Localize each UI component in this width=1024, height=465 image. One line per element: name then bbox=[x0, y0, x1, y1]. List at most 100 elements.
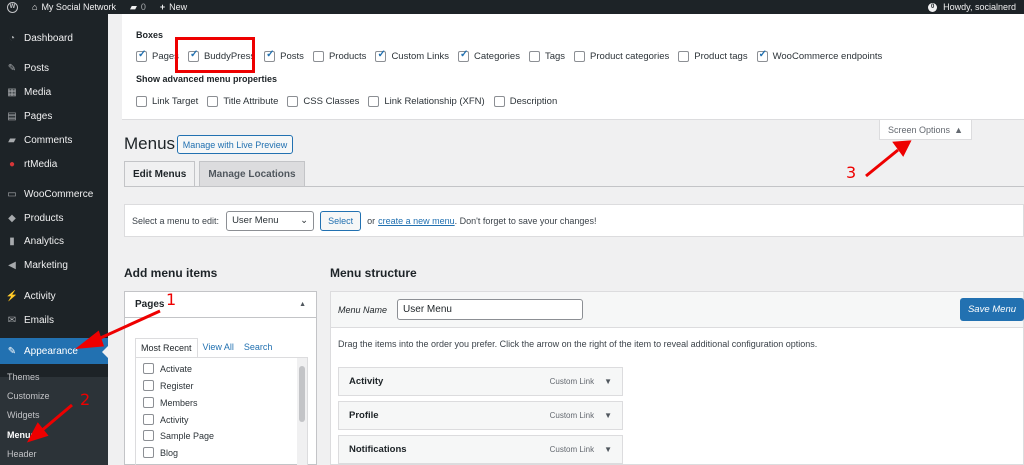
adv-title-attribute[interactable]: Title Attribute bbox=[207, 96, 278, 107]
expand-arrow-icon[interactable]: ▼ bbox=[604, 411, 612, 420]
checkbox[interactable] bbox=[143, 380, 154, 391]
sidebar-item-dashboard[interactable]: ◔ Dashboard bbox=[0, 28, 108, 48]
adv-description[interactable]: Description bbox=[493, 96, 557, 107]
submenu-widgets[interactable]: Widgets bbox=[7, 410, 40, 420]
expand-arrow-icon[interactable]: ▼ bbox=[604, 445, 612, 454]
checkbox[interactable] bbox=[143, 430, 154, 441]
menu-name-label: Menu Name bbox=[338, 304, 388, 315]
box-categories[interactable]: Categories bbox=[458, 49, 520, 62]
sidebar-item-rtmedia[interactable]: ● rtMedia bbox=[0, 154, 108, 174]
checkbox[interactable] bbox=[375, 49, 387, 62]
submenu-themes[interactable]: Themes bbox=[7, 372, 40, 382]
annotation-number-3: 3 bbox=[846, 163, 857, 182]
menu-item-notifications[interactable]: Notifications Custom Link ▼ bbox=[338, 435, 623, 464]
checkbox[interactable] bbox=[368, 96, 380, 107]
new-content-link[interactable]: + New bbox=[153, 0, 194, 14]
avatar: 0 bbox=[928, 2, 938, 12]
box-product-categories[interactable]: Product categories bbox=[574, 51, 669, 62]
sidebar-item-analytics[interactable]: ▮ Analytics bbox=[0, 231, 108, 251]
checkbox[interactable] bbox=[528, 51, 540, 62]
subtab-search[interactable]: Search bbox=[239, 338, 278, 358]
caret-up-icon: ▲ bbox=[954, 124, 963, 135]
menu-item-profile[interactable]: Profile Custom Link ▼ bbox=[338, 401, 623, 430]
live-preview-button[interactable]: Manage with Live Preview bbox=[177, 135, 293, 154]
box-custom-links[interactable]: Custom Links bbox=[375, 49, 449, 62]
sidebar-item-appearance[interactable]: ✎ Appearance bbox=[0, 338, 108, 364]
menu-structure-panel: Menu Name User Menu Save Menu Drag the i… bbox=[330, 291, 1024, 465]
box-posts[interactable]: Posts bbox=[264, 49, 304, 62]
box-product-tags[interactable]: Product tags bbox=[678, 51, 748, 62]
submenu-header[interactable]: Header bbox=[7, 449, 37, 459]
checkbox[interactable] bbox=[143, 363, 154, 374]
comment-bubble-icon: ▰ bbox=[129, 1, 137, 12]
advanced-heading: Show advanced menu properties bbox=[136, 74, 278, 84]
comments-link[interactable]: ▰ 0 bbox=[123, 0, 153, 14]
checkbox[interactable] bbox=[287, 96, 299, 107]
site-name-link[interactable]: ⌂ My Social Network bbox=[25, 0, 123, 14]
scrollbar-thumb[interactable] bbox=[299, 366, 305, 422]
select-button[interactable]: Select bbox=[320, 210, 362, 231]
sidebar-item-emails[interactable]: ✉ Emails bbox=[0, 310, 108, 330]
adv-link-relationship[interactable]: Link Relationship (XFN) bbox=[368, 96, 485, 107]
tab-manage-locations[interactable]: Manage Locations bbox=[199, 161, 305, 186]
checkbox[interactable] bbox=[143, 447, 154, 458]
box-icon: ◆ bbox=[8, 212, 16, 224]
sidebar-item-media[interactable]: ▦ Media bbox=[0, 82, 108, 102]
pages-panel-header[interactable]: Pages ▲ bbox=[125, 292, 316, 318]
create-menu-link[interactable]: create a new menu bbox=[378, 216, 455, 226]
sidebar-item-posts[interactable]: ✎ Posts bbox=[0, 58, 108, 78]
adv-link-target[interactable]: Link Target bbox=[136, 96, 198, 107]
checkbox[interactable] bbox=[207, 96, 219, 107]
checkbox[interactable] bbox=[493, 96, 505, 107]
sidebar-item-marketing[interactable]: ◀ Marketing bbox=[0, 255, 108, 275]
admin-bar: W ⌂ My Social Network ▰ 0 + New 0 Howdy, so… bbox=[0, 0, 1024, 14]
menu-item-activity[interactable]: Activity Custom Link ▼ bbox=[338, 367, 623, 396]
brush-icon: ✎ bbox=[7, 345, 17, 357]
checkbox[interactable] bbox=[678, 51, 690, 62]
submenu-menus[interactable]: Menus bbox=[7, 430, 36, 440]
collapse-arrow-icon[interactable]: ▲ bbox=[299, 301, 306, 308]
screen-options-toggle[interactable]: Screen Options ▲ bbox=[879, 120, 972, 140]
box-woocommerce-endpoints[interactable]: WooCommerce endpoints bbox=[756, 49, 882, 62]
menu-select[interactable]: User Menu ⌄ bbox=[226, 210, 315, 231]
box-tags[interactable]: Tags bbox=[528, 51, 565, 62]
sidebar-item-products[interactable]: ◆ Products bbox=[0, 208, 108, 228]
checkbox[interactable] bbox=[143, 414, 154, 425]
checkbox[interactable] bbox=[756, 49, 768, 62]
sidebar-item-comments[interactable]: ▰ Comments bbox=[0, 130, 108, 150]
box-pages[interactable]: Pages bbox=[136, 49, 179, 62]
list-item[interactable]: Members bbox=[143, 397, 198, 408]
sidebar-item-activity[interactable]: ⚡ Activity bbox=[0, 286, 108, 306]
account-menu[interactable]: 0 Howdy, socialnerd bbox=[928, 0, 1016, 14]
list-item[interactable]: Register bbox=[143, 380, 194, 391]
sidebar-item-pages[interactable]: ▤ Pages bbox=[0, 106, 108, 126]
save-menu-button[interactable]: Save Menu bbox=[960, 298, 1024, 321]
drag-instructions: Drag the items into the order you prefer… bbox=[338, 339, 818, 349]
rtmedia-icon: ● bbox=[8, 158, 16, 170]
checkbox[interactable] bbox=[458, 49, 469, 62]
submenu-customize[interactable]: Customize bbox=[7, 391, 50, 401]
expand-arrow-icon[interactable]: ▼ bbox=[604, 377, 612, 386]
sidebar-item-woocommerce[interactable]: ▭ WooCommerce bbox=[0, 184, 108, 204]
checkbox[interactable] bbox=[136, 49, 147, 62]
save-reminder: . Don't forget to save your changes! bbox=[454, 215, 597, 226]
checkbox[interactable] bbox=[574, 51, 586, 62]
adv-css-classes[interactable]: CSS Classes bbox=[287, 96, 359, 107]
dashboard-icon: ◔ bbox=[8, 32, 16, 44]
list-item[interactable]: Activate bbox=[143, 363, 192, 374]
checkbox[interactable] bbox=[312, 51, 324, 62]
boxes-heading: Boxes bbox=[136, 30, 164, 40]
list-item[interactable]: Sample Page bbox=[143, 430, 214, 441]
subtab-most-recent[interactable]: Most Recent bbox=[135, 338, 198, 358]
wp-logo[interactable]: W bbox=[0, 0, 25, 14]
menu-name-input[interactable]: User Menu bbox=[397, 299, 584, 320]
checkbox[interactable] bbox=[136, 96, 147, 107]
scrollbar[interactable] bbox=[297, 358, 307, 465]
box-products[interactable]: Products bbox=[312, 51, 366, 62]
tab-edit-menus[interactable]: Edit Menus bbox=[124, 161, 196, 186]
list-item[interactable]: Blog bbox=[143, 447, 178, 458]
checkbox[interactable] bbox=[264, 49, 276, 62]
checkbox[interactable] bbox=[143, 397, 154, 408]
list-item[interactable]: Activity bbox=[143, 414, 189, 425]
subtab-view-all[interactable]: View All bbox=[198, 338, 239, 358]
